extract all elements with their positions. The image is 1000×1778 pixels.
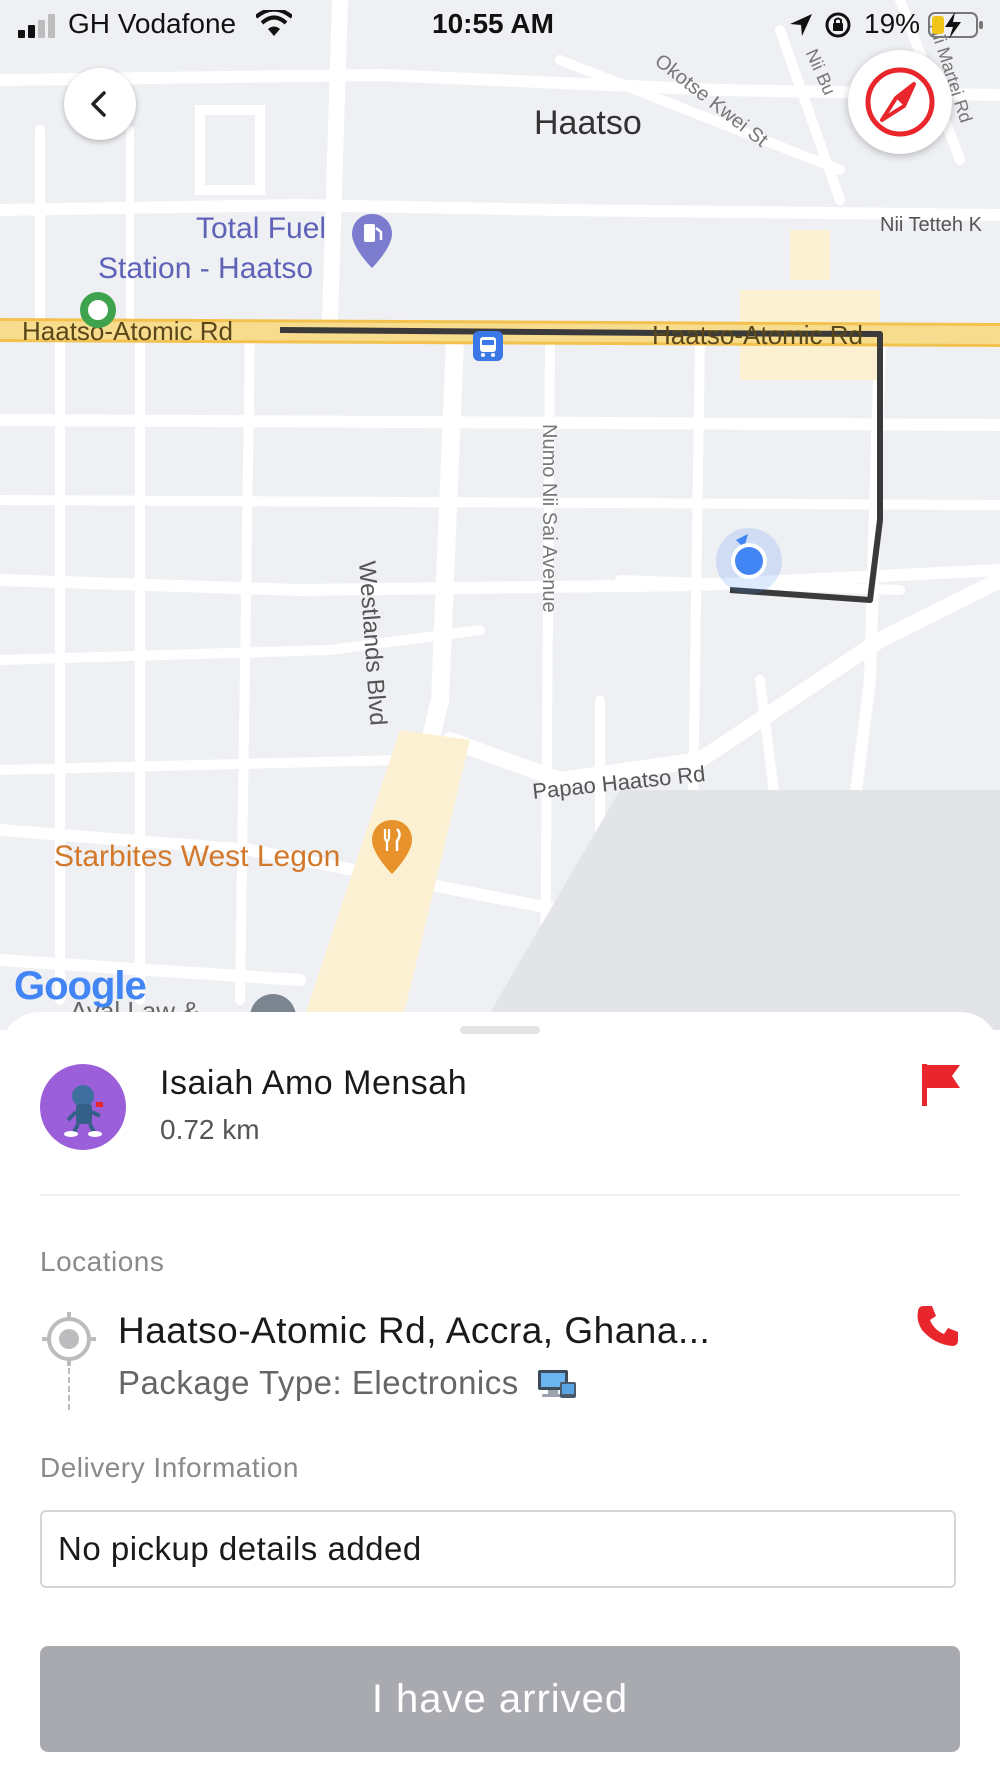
bus-stop-icon[interactable]: [472, 330, 504, 362]
avatar: [40, 1064, 126, 1150]
flag-icon[interactable]: [920, 1062, 964, 1108]
computer-emoji-icon: [538, 1370, 577, 1399]
sheet-grabber[interactable]: [460, 1026, 540, 1034]
current-location-icon: [716, 528, 782, 594]
screen: Haatso Total Fuel Station - Haatso Haats…: [0, 0, 1000, 1778]
map-label-nii-tetteh: Nii Tetteh K: [880, 214, 982, 236]
pickup-details-field[interactable]: No pickup details added: [40, 1510, 956, 1588]
battery-icon: [928, 12, 983, 39]
map-label-fuel-station[interactable]: Total Fuel: [196, 212, 326, 246]
status-bar: GH Vodafone 10:55 AM 19%: [0, 0, 1000, 50]
map-label-road-left: Haatso-Atomic Rd: [22, 316, 233, 346]
pickup-address: Haatso-Atomic Rd, Accra, Ghana...: [118, 1310, 711, 1351]
astronaut-avatar-icon: [64, 1085, 103, 1137]
chevron-left-icon: [91, 91, 106, 117]
origin-marker-icon: [80, 292, 116, 328]
wifi-icon: [256, 10, 292, 36]
map-roads: [0, 0, 1000, 1030]
phone-icon[interactable]: [914, 1302, 962, 1350]
carrier-name: GH Vodafone: [68, 8, 237, 39]
compass-button[interactable]: [848, 50, 952, 154]
route-dash: [68, 1368, 70, 1410]
google-logo: Google: [14, 964, 147, 1008]
delivery-info-label: Delivery Information: [40, 1452, 299, 1483]
fuel-pin-icon[interactable]: [350, 212, 394, 272]
location-arrow-icon: [790, 14, 812, 36]
map-label-starbites[interactable]: Starbites West Legon: [54, 840, 340, 874]
map-label-fuel-station-line2[interactable]: Station - Haatso: [98, 252, 313, 286]
map-view[interactable]: Haatso Total Fuel Station - Haatso Haats…: [0, 0, 1000, 1030]
map-label-road-right: Haatso-Atomic Rd: [652, 320, 863, 350]
location-target-icon: [42, 1312, 96, 1366]
compass-icon: [865, 67, 935, 137]
back-button[interactable]: [64, 68, 136, 140]
orientation-lock-icon: [825, 12, 851, 38]
map-label-numo: Numo Nii Sai Avenue: [538, 424, 560, 613]
divider: [40, 1194, 960, 1196]
map-label-haatso: Haatso: [534, 104, 642, 142]
pickup-details-text: No pickup details added: [58, 1530, 422, 1567]
arrived-button[interactable]: I have arrived: [40, 1646, 960, 1752]
locations-label: Locations: [40, 1246, 165, 1277]
driver-distance: 0.72 km: [160, 1114, 260, 1145]
restaurant-pin-icon[interactable]: [370, 818, 414, 878]
package-type-row: Package Type: Electronics: [118, 1364, 578, 1402]
package-type: Package Type: Electronics: [118, 1364, 519, 1401]
signal-icon: [18, 14, 55, 38]
bottom-sheet: Isaiah Amo Mensah 0.72 km Locations Haat…: [0, 1012, 1000, 1778]
arrived-button-label: I have arrived: [371, 1677, 629, 1721]
driver-name: Isaiah Amo Mensah: [160, 1064, 468, 1102]
status-time: 10:55 AM: [432, 8, 554, 39]
battery-percent: 19%: [864, 8, 921, 39]
